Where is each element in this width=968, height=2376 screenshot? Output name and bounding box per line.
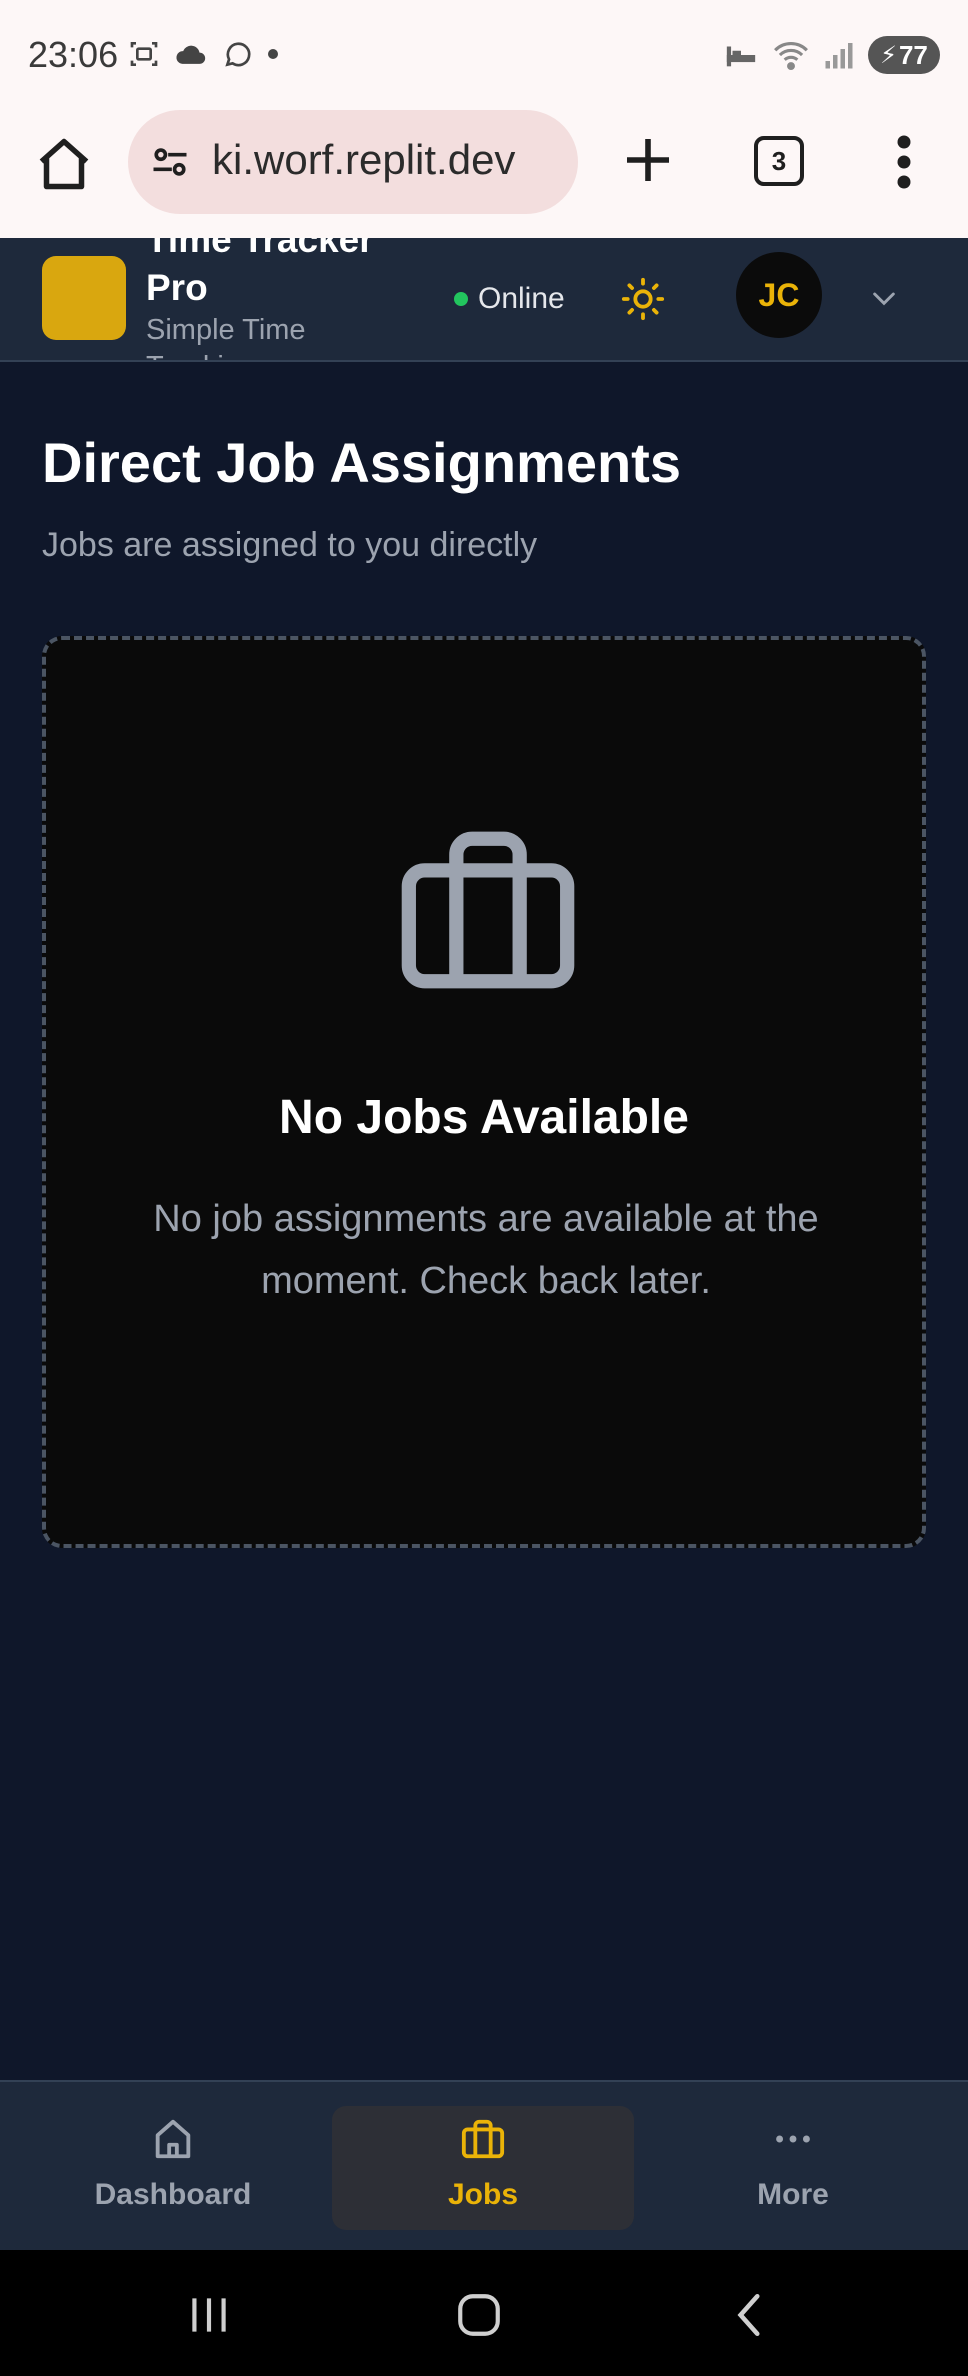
tab-switcher-button[interactable]: 3 [754, 136, 804, 186]
status-notification-icons [128, 38, 278, 70]
nav-item-jobs[interactable]: Jobs [332, 2106, 634, 2230]
home-icon[interactable] [34, 134, 94, 194]
sleep-mode-icon [726, 46, 756, 67]
connection-status: Online [454, 282, 565, 316]
nav-item-more[interactable]: More [642, 2106, 944, 2230]
app-header: Time Tracker Pro Simple Time Tracking On… [0, 238, 968, 362]
site-settings-icon[interactable] [148, 140, 192, 184]
home-button-icon[interactable] [454, 2290, 504, 2340]
page-subtitle: Jobs are assigned to you directly [42, 526, 538, 564]
empty-state-message: No job assignments are available at the … [153, 1198, 819, 1302]
empty-state-title: No Jobs Available [279, 1091, 689, 1144]
app-subtitle: Simple Time Tracking [146, 314, 306, 360]
cloud-icon [176, 45, 206, 64]
bottom-nav: Dashboard Jobs More [0, 2080, 968, 2250]
more-notifications-dot [268, 49, 278, 59]
browser-toolbar: ki.worf.replit.dev 3 [0, 110, 968, 238]
url-text[interactable]: ki.worf.replit.dev [212, 136, 515, 184]
briefcase-icon [461, 2119, 505, 2159]
page-title: Direct Job Assignments [42, 431, 681, 494]
signal-icon [825, 43, 853, 69]
nav-item-label: More [757, 2178, 829, 2211]
system-navigation-bar [0, 2250, 968, 2376]
new-tab-icon[interactable] [620, 132, 676, 188]
tab-count: 3 [771, 145, 787, 176]
address-bar[interactable]: ki.worf.replit.dev [128, 110, 578, 214]
online-dot-icon [454, 292, 468, 306]
wifi-icon [774, 42, 808, 71]
battery-charging-icon: ⚡ [880, 41, 897, 69]
nav-item-dashboard[interactable]: Dashboard [22, 2106, 324, 2230]
status-bar: 23:06 ⚡ 77 [0, 0, 968, 110]
home-icon [155, 2119, 191, 2159]
back-icon[interactable] [726, 2290, 776, 2340]
nav-item-label: Jobs [447, 2178, 519, 2211]
browser-menu-icon[interactable] [890, 132, 918, 192]
status-system-icons: ⚡ 77 [724, 36, 940, 74]
battery-level: 77 [898, 39, 928, 70]
recent-apps-icon[interactable] [184, 2290, 234, 2340]
chevron-down-icon[interactable] [868, 282, 900, 314]
briefcase-icon [401, 831, 575, 989]
app-logo[interactable] [42, 256, 126, 340]
status-time: 23:06 [28, 34, 119, 75]
nav-item-label: Dashboard [94, 2178, 252, 2211]
ellipsis-icon [776, 2135, 810, 2143]
theme-toggle-sun-icon[interactable] [620, 276, 666, 322]
whatsapp-icon [225, 42, 251, 67]
empty-state-card: No Jobs Available No job assignments are… [42, 636, 926, 1548]
app-title: Time Tracker Pro [146, 238, 374, 308]
user-avatar[interactable]: JC [736, 252, 822, 338]
connection-status-label: Online [478, 282, 565, 315]
screenshot-icon [130, 42, 158, 66]
battery-indicator: ⚡ 77 [868, 36, 940, 74]
